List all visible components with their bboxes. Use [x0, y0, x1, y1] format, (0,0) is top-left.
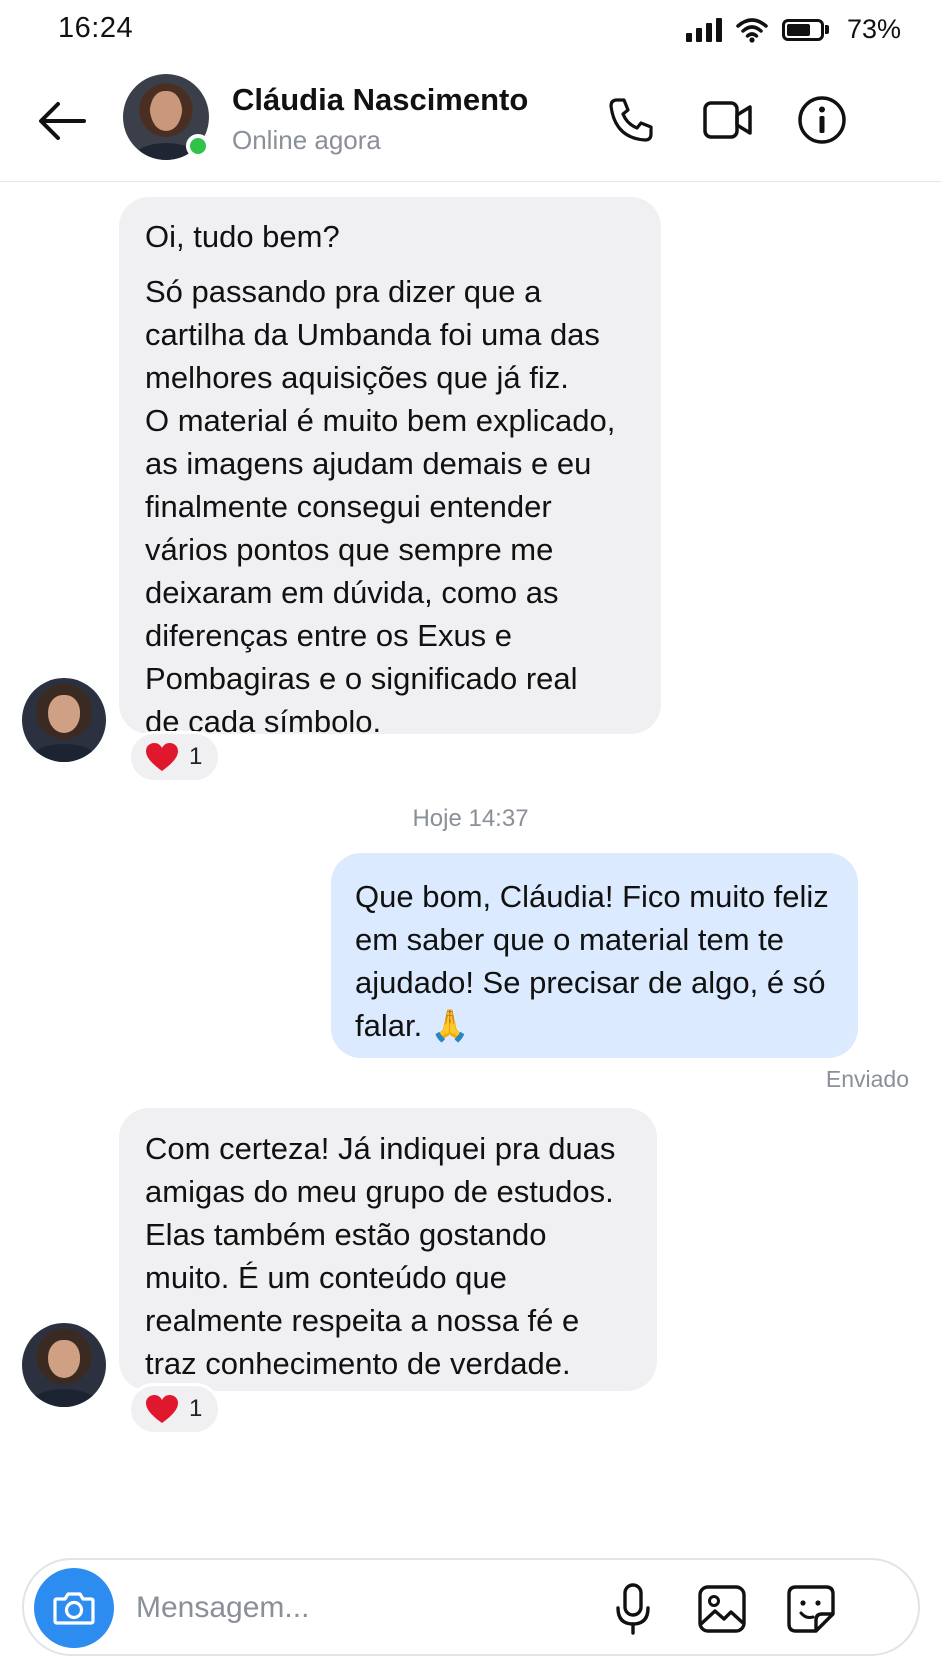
sender-avatar[interactable] — [22, 678, 106, 762]
reaction-count: 1 — [189, 743, 203, 770]
message-composer — [22, 1558, 920, 1656]
contact-name[interactable]: Cláudia Nascimento — [232, 82, 528, 118]
back-button[interactable] — [36, 96, 90, 146]
message-line: melhores aquisições que já fiz. — [145, 360, 569, 395]
info-icon — [798, 96, 846, 144]
message-line: amigas do meu grupo de estudos. — [145, 1174, 614, 1209]
message-body: Que bom, Cláudia! Fico muito feliz em sab… — [355, 875, 834, 1047]
camera-icon — [53, 1592, 95, 1625]
incoming-message-bubble[interactable]: Oi, tudo bem? Só passando pra dizer que … — [119, 197, 661, 739]
message-line: muito. É um conteúdo que — [145, 1260, 507, 1295]
chat-header: Cláudia Nascimento Online agora — [0, 62, 941, 182]
message-line: realmente respeita a nossa fé e — [145, 1303, 580, 1338]
heart-icon — [146, 1395, 178, 1423]
call-button[interactable] — [603, 92, 659, 148]
gallery-button[interactable] — [693, 1580, 751, 1638]
message-line: ajudado! Se precisar de algo, é só — [355, 965, 826, 1000]
image-icon — [698, 1585, 746, 1633]
message-line: Só passando pra dizer que a — [145, 274, 542, 309]
video-camera-icon — [703, 101, 752, 139]
battery-icon — [781, 18, 829, 41]
message-line: as imagens ajudam demais e eu — [145, 446, 592, 481]
message-timestamp: Hoje 14:37 — [412, 805, 529, 832]
message-body: Com certeza! Já indiquei pra duas amigas … — [145, 1127, 631, 1385]
wifi-icon — [736, 17, 768, 43]
message-line: deixaram em dúvida, como as — [145, 575, 559, 610]
online-status-dot — [186, 134, 210, 158]
outgoing-message-bubble[interactable]: Que bom, Cláudia! Fico muito feliz em sab… — [331, 853, 858, 1058]
heart-icon — [146, 743, 178, 771]
phone-icon — [609, 98, 653, 142]
message-line: O material é muito bem explicado, — [145, 403, 616, 438]
contact-status: Online agora — [232, 125, 381, 155]
battery-percent: 73% — [846, 14, 901, 44]
message-line: diferenças entre os Exus e — [145, 618, 513, 653]
message-line: de cada símbolo. — [145, 704, 382, 739]
reaction-badge[interactable]: 1 — [128, 1383, 222, 1435]
message-body: Só passando pra dizer que a cartilha da U… — [145, 270, 635, 743]
status-time: 16:24 — [58, 12, 134, 44]
message-line: Elas também estão gostando — [145, 1217, 547, 1252]
camera-button[interactable] — [34, 1568, 114, 1648]
reaction-count: 1 — [189, 1395, 203, 1422]
sticker-icon — [787, 1585, 835, 1633]
message-line: em saber que o material tem te — [355, 922, 785, 957]
incoming-message-bubble[interactable]: Com certeza! Já indiquei pra duas amigas … — [119, 1108, 657, 1391]
status-bar: 16:24 73% — [0, 0, 941, 60]
voice-message-button[interactable] — [604, 1580, 662, 1638]
sticker-button[interactable] — [782, 1580, 840, 1638]
message-line: falar. 🙏 — [355, 1008, 470, 1043]
delivery-status: Enviado — [825, 1066, 909, 1092]
message-line: Com certeza! Já indiquei pra duas — [145, 1131, 616, 1166]
reaction-badge[interactable]: 1 — [128, 731, 222, 783]
message-line: Que bom, Cláudia! Fico muito feliz — [355, 879, 829, 914]
message-line: finalmente consegui entender — [145, 489, 552, 524]
sender-avatar[interactable] — [22, 1323, 106, 1407]
message-line: cartilha da Umbanda foi uma das — [145, 317, 600, 352]
message-input[interactable] — [136, 1584, 556, 1632]
status-indicators: 73% — [685, 14, 901, 45]
message-line: vários pontos que sempre me — [145, 532, 554, 567]
signal-icon — [685, 17, 722, 42]
microphone-icon — [616, 1583, 650, 1635]
video-call-button[interactable] — [700, 92, 756, 148]
info-button[interactable] — [794, 92, 850, 148]
message-line: traz conhecimento de verdade. — [145, 1346, 571, 1381]
message-line: Pombagiras e o significado real — [145, 661, 578, 696]
message-text: Oi, tudo bem? — [145, 219, 340, 254]
back-arrow-icon — [39, 102, 86, 140]
